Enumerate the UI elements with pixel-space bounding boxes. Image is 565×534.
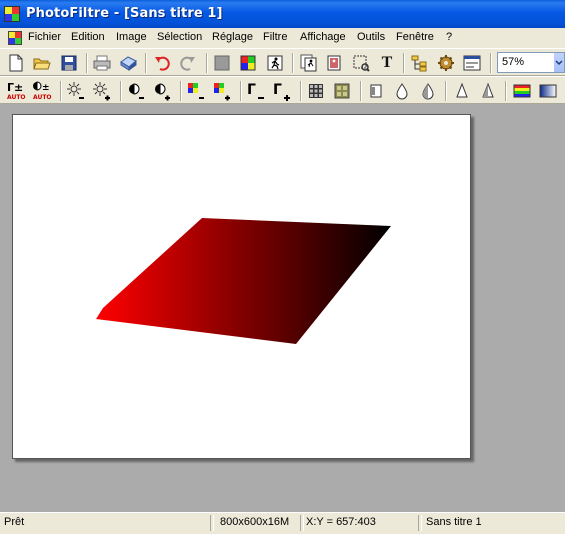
chevron-down-icon[interactable] (554, 53, 564, 72)
status-document-name: Sans titre 1 (426, 516, 482, 528)
saturation-plus-icon[interactable] (212, 81, 232, 101)
saturation-minus-icon[interactable] (186, 81, 206, 101)
separator (240, 81, 242, 101)
separator (120, 81, 122, 101)
export-icon[interactable] (299, 53, 319, 73)
svg-text:Γ: Γ (273, 82, 282, 98)
menu-filtre[interactable]: Filtre (263, 31, 287, 43)
frame-icon[interactable] (366, 81, 386, 101)
separator (300, 515, 304, 531)
settings-icon[interactable] (436, 53, 456, 73)
status-image-info: 800x600x16M (220, 516, 290, 528)
svg-text:Γ: Γ (247, 82, 256, 98)
separator (180, 81, 182, 101)
undo-icon[interactable] (152, 53, 172, 73)
svg-text:AUTO: AUTO (7, 94, 26, 101)
document-icon[interactable] (8, 31, 22, 45)
separator (418, 515, 422, 531)
separator (360, 81, 362, 101)
status-cursor-coords: X:Y = 657:403 (306, 516, 376, 528)
canvas-drawing (96, 218, 391, 344)
rainbow-gradient-icon[interactable] (512, 81, 532, 101)
menu-image[interactable]: Image (116, 31, 147, 43)
save-icon[interactable] (59, 53, 79, 73)
browser-icon[interactable] (409, 53, 429, 73)
contrast-plus-icon[interactable] (152, 81, 172, 101)
workspace (0, 104, 565, 512)
color-palette-icon[interactable] (238, 53, 258, 73)
drop-plus-icon[interactable] (478, 81, 498, 101)
svg-text:Γ±: Γ± (7, 81, 23, 94)
gamma-plus-icon[interactable]: Γ (272, 81, 292, 101)
separator (292, 53, 294, 73)
run-icon[interactable] (265, 53, 285, 73)
texture-icon[interactable] (332, 81, 352, 101)
brightness-plus-icon[interactable] (92, 81, 112, 101)
separator (300, 81, 302, 101)
auto-contrast-icon[interactable]: ± AUTO (32, 81, 52, 101)
menu-selection[interactable]: Sélection (157, 31, 202, 43)
menu-affichage[interactable]: Affichage (300, 31, 346, 43)
separator (505, 81, 507, 101)
open-folder-icon[interactable] (32, 53, 52, 73)
gradient-parallelogram (96, 218, 391, 344)
redo-icon[interactable] (178, 53, 198, 73)
grid-icon[interactable] (306, 81, 326, 101)
separator (403, 53, 405, 73)
separator (60, 81, 62, 101)
drop-icon[interactable] (452, 81, 472, 101)
zoom-value: 57% (502, 56, 525, 68)
print-icon[interactable] (92, 53, 112, 73)
menu-edition[interactable]: Edition (71, 31, 105, 43)
gray-square-icon[interactable] (212, 53, 232, 73)
separator (490, 53, 492, 73)
svg-text:±: ± (42, 83, 50, 93)
image-canvas[interactable] (12, 114, 471, 459)
menu-reglage[interactable]: Réglage (212, 31, 253, 43)
menu-outils[interactable]: Outils (357, 31, 385, 43)
menu-fenetre[interactable]: Fenêtre (396, 31, 434, 43)
svg-text:AUTO: AUTO (33, 94, 52, 101)
brightness-minus-icon[interactable] (66, 81, 86, 101)
separator (206, 53, 208, 73)
import-icon[interactable] (324, 53, 344, 73)
sharpen-icon[interactable] (418, 81, 438, 101)
menu-help[interactable]: ? (446, 31, 452, 43)
separator (445, 81, 447, 101)
window-title: PhotoFiltre - [Sans titre 1] (26, 6, 223, 21)
auto-levels-icon[interactable]: Γ± AUTO (6, 81, 26, 101)
separator (210, 515, 214, 531)
magic-wand-icon[interactable] (351, 53, 371, 73)
window-icon[interactable] (462, 53, 482, 73)
zoom-select[interactable]: 57% (497, 52, 565, 73)
scanner-icon[interactable] (118, 53, 138, 73)
main-toolbar: T 57% (0, 48, 565, 76)
menu-fichier[interactable]: Fichier (28, 31, 61, 43)
blur-icon[interactable] (392, 81, 412, 101)
menu-bar: Fichier Edition Image Sélection Réglage … (0, 28, 565, 48)
app-icon[interactable] (4, 6, 20, 22)
blue-gradient-icon[interactable] (538, 81, 558, 101)
title-bar: PhotoFiltre - [Sans titre 1] (0, 0, 565, 28)
text-tool-icon[interactable]: T (377, 53, 397, 73)
new-file-icon[interactable] (6, 53, 26, 73)
contrast-minus-icon[interactable] (126, 81, 146, 101)
adjust-toolbar: Γ± AUTO ± AUTO Γ Γ (0, 76, 565, 104)
status-state: Prêt (4, 516, 25, 528)
separator (86, 53, 88, 73)
gamma-minus-icon[interactable]: Γ (246, 81, 266, 101)
status-bar: Prêt 800x600x16M X:Y = 657:403 Sans titr… (0, 512, 565, 534)
separator (145, 53, 147, 73)
